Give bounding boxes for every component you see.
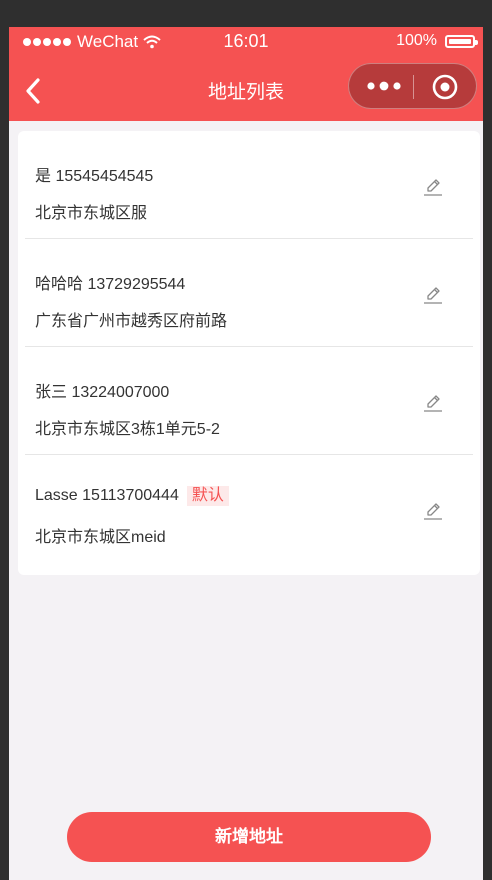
edit-pencil-icon[interactable] [422, 284, 444, 306]
address-item[interactable]: 张三 13224007000 北京市东城区3栋1单元5-2 [18, 347, 480, 455]
address-item[interactable]: 是 15545454545 北京市东城区服 [18, 131, 480, 239]
name-phone-text: 是 15545454545 [35, 168, 154, 185]
address-item[interactable]: Lasse 15113700444 默认 北京市东城区meid [18, 455, 480, 563]
nav-bar: 地址列表 [9, 57, 483, 121]
battery-icon [445, 34, 478, 48]
target-circle-icon[interactable] [432, 74, 458, 100]
default-badge: 默认 [186, 486, 229, 506]
mini-program-capsule [348, 63, 477, 109]
address-detail: 北京市东城区3栋1单元5-2 [35, 421, 220, 438]
add-address-button[interactable]: 新增地址 [67, 812, 431, 862]
edit-pencil-icon[interactable] [422, 176, 444, 198]
name-phone-text: 张三 13224007000 [35, 384, 170, 401]
battery-group: 100% [396, 32, 478, 50]
edit-pencil-icon[interactable] [422, 392, 444, 414]
edit-pencil-icon[interactable] [422, 500, 444, 522]
address-name-phone: 张三 13224007000 [35, 378, 169, 402]
more-dots-icon[interactable] [365, 77, 403, 95]
header: WeChat 16:01 100% 地址列表 [9, 27, 483, 121]
capsule-divider [413, 75, 414, 99]
address-list: 是 15545454545 北京市东城区服 哈哈哈 13729295544 广东… [18, 131, 480, 575]
address-detail: 北京市东城区服 [35, 205, 148, 222]
address-name-phone: Lasse 15113700444 默认 [35, 486, 229, 506]
status-bar: WeChat 16:01 100% [9, 27, 483, 57]
battery-percent: 100% [396, 32, 437, 49]
address-name-phone: 哈哈哈 13729295544 [35, 270, 185, 294]
phone-screen: WeChat 16:01 100% 地址列表 是 15545454545 北京市… [9, 27, 483, 880]
name-phone-text: 哈哈哈 13729295544 [35, 276, 186, 293]
address-detail: 广东省广州市越秀区府前路 [35, 313, 228, 330]
address-item[interactable]: 哈哈哈 13729295544 广东省广州市越秀区府前路 [18, 239, 480, 347]
name-phone-text: Lasse 15113700444 [35, 487, 179, 504]
address-name-phone: 是 15545454545 [35, 162, 153, 186]
address-detail: 北京市东城区meid [35, 529, 166, 546]
